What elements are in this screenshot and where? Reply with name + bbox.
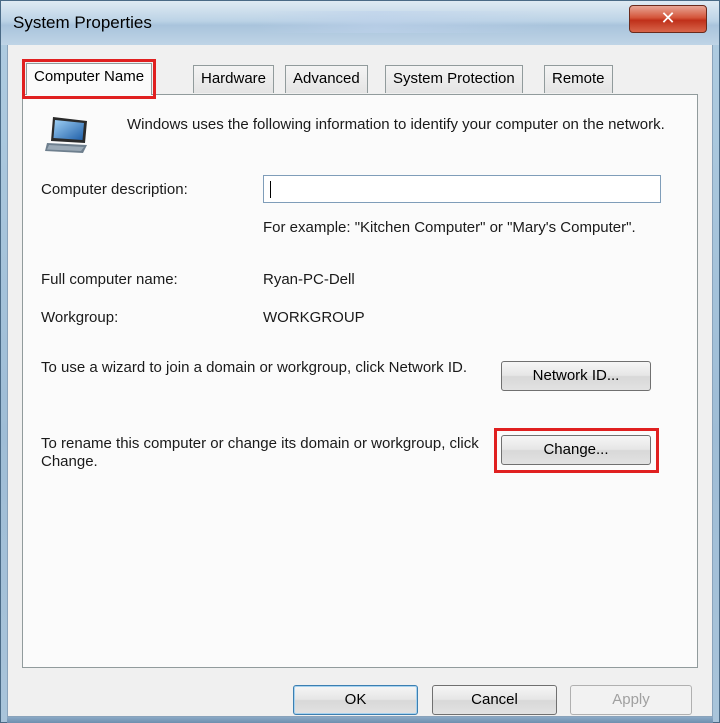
computer-description-input[interactable]	[263, 175, 661, 203]
full-computer-name-value: Ryan-PC-Dell	[263, 271, 355, 288]
tab-advanced[interactable]: Advanced	[285, 65, 368, 93]
system-properties-window: System Properties ✕ Computer Name Hardwa…	[0, 0, 720, 723]
ok-button[interactable]: OK	[293, 685, 418, 715]
apply-button[interactable]: Apply	[570, 685, 692, 715]
computer-name-panel: Windows uses the following information t…	[22, 94, 698, 668]
cancel-button[interactable]: Cancel	[432, 685, 557, 715]
close-button[interactable]: ✕	[629, 5, 707, 33]
text-caret	[270, 180, 271, 198]
tab-system-protection[interactable]: System Protection	[385, 65, 523, 93]
window-bottom-edge	[7, 717, 713, 723]
window-title: System Properties	[13, 13, 152, 32]
tab-hardware[interactable]: Hardware	[193, 65, 275, 93]
computer-description-label: Computer description:	[41, 181, 188, 198]
computer-monitor-icon	[45, 117, 87, 153]
description-example: For example: "Kitchen Computer" or "Mary…	[263, 219, 636, 236]
title-bar[interactable]: System Properties ✕	[1, 1, 719, 45]
tab-computer-name[interactable]: Computer Name	[21, 59, 157, 99]
change-button-highlight	[494, 428, 659, 473]
background-window-title	[256, 11, 556, 33]
workgroup-label: Workgroup:	[41, 309, 119, 326]
network-id-text: To use a wizard to join a domain or work…	[41, 359, 468, 376]
tab-remote[interactable]: Remote	[544, 65, 613, 93]
workgroup-value: WORKGROUP	[263, 309, 365, 326]
intro-text: Windows uses the following information t…	[127, 116, 665, 133]
full-computer-name-label: Full computer name:	[41, 271, 178, 288]
rename-text: To rename this computer or change its do…	[41, 435, 479, 470]
network-id-button[interactable]: Network ID...	[501, 361, 651, 391]
dialog-body: Computer Name Hardware Advanced System P…	[7, 45, 713, 717]
